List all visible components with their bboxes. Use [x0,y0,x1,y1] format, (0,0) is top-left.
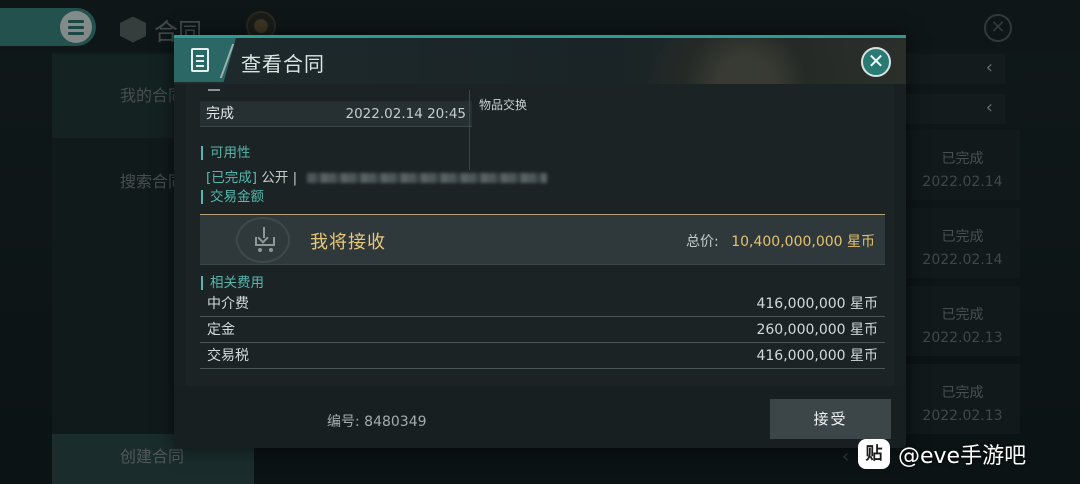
fee-row: 定金 260,000,000 星币 [200,317,885,343]
receive-cart-icon [252,227,276,253]
modal-footer: 编号: 8480349 接受 [174,386,906,448]
trade-direction-label: 我将接收 [310,232,386,253]
redacted-text [307,173,548,183]
trade-amount-label: 交易金额 [201,190,264,204]
contract-status: 完成 [206,106,234,122]
contract-type: 物品交换 [479,98,528,112]
fee-row: 交易税 416,000,000 星币 [200,343,885,369]
modal-header: 查看合同 ✕ [174,38,906,178]
contract-number: 编号: 8480349 [327,414,427,430]
fee-row: 中介费 416,000,000 星币 [200,291,885,317]
contract-status-date: 2022.02.14 20:45 [345,106,467,122]
modal-close-button[interactable]: ✕ [861,47,891,77]
app-root: 合同 ✕ 我的合同 搜索合同 创建合同 ‹ ‹ 已完成 2022.02.14 已… [0,0,1080,484]
trade-amount-bar: 我将接收 总价: 10,400,000,000 星币 [200,214,885,265]
scroll-icon [191,48,209,72]
fee-value: 416,000,000 星币 [756,296,878,312]
view-contract-modal: 查看合同 ✕ 完成 2022.02.14 20:45 物品交换 可用性 [已完成… [174,35,906,448]
fees-label: 相关费用 [201,276,264,290]
watermark: 贴 @eve手游吧 [858,438,1026,470]
total-price-label: 总价: [686,234,719,250]
fee-value: 260,000,000 星币 [756,322,878,338]
vertical-divider [469,90,470,170]
contract-status-box: 完成 2022.02.14 20:45 [200,101,472,127]
fee-name: 交易税 [207,348,249,364]
availability-done: [已完成] [206,170,258,186]
availability-public: 公开 | [261,170,298,186]
watermark-text: @eve手游吧 [898,444,1027,469]
scroll-hint-line [208,89,220,91]
tieba-logo-icon: 贴 [858,439,890,469]
modal-body: 完成 2022.02.14 20:45 物品交换 可用性 [已完成] 公开 | … [186,84,894,386]
total-price-value: 10,400,000,000 星币 [731,234,875,250]
availability-line: [已完成] 公开 | [206,166,548,186]
total-price: 总价: 10,400,000,000 星币 [686,231,875,251]
fee-name: 定金 [207,322,235,338]
fee-name: 中介费 [207,296,249,312]
accept-button[interactable]: 接受 [770,399,891,439]
fee-value: 416,000,000 星币 [756,348,878,364]
availability-label: 可用性 [201,146,251,160]
modal-title: 查看合同 [241,52,325,76]
